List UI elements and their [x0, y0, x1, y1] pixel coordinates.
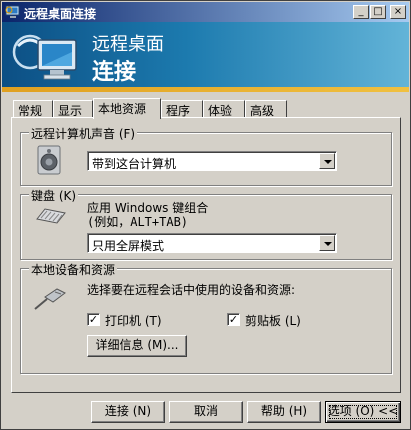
keyboard-select[interactable]: 只用全屏模式 — [87, 233, 337, 253]
remote-desktop-window: 远程桌面连接 _ □ × 远程桌面 连接 常规 显示 本地资源 程序 体验 高级… — [0, 0, 411, 430]
title-bar[interactable]: 远程桌面连接 _ □ × — [2, 2, 409, 22]
help-button[interactable]: 帮助 (H) — [247, 401, 321, 423]
tab-experience[interactable]: 体验 — [203, 100, 245, 118]
options-button[interactable]: 选项 (O) << — [325, 401, 401, 423]
tab-label: 高级 — [250, 104, 275, 118]
tab-label: 常规 — [18, 104, 43, 118]
speaker-icon — [37, 145, 61, 175]
maximize-button[interactable]: □ — [370, 5, 386, 19]
tab-label: 本地资源 — [98, 102, 147, 116]
maximize-icon: □ — [373, 6, 383, 17]
sound-group: 远程计算机声音 (F) 带到这台计算机 — [20, 125, 392, 186]
connect-button[interactable]: 连接 (N) — [91, 401, 165, 423]
chevron-down-icon[interactable] — [319, 235, 335, 251]
printer-label[interactable]: 打印机 (T) — [105, 312, 162, 329]
banner-accent-strip — [2, 87, 409, 92]
sound-select[interactable]: 带到这台计算机 — [87, 151, 337, 171]
tab-general[interactable]: 常规 — [13, 100, 53, 118]
remote-desktop-logo-icon — [12, 34, 77, 80]
cancel-button[interactable]: 取消 — [169, 401, 243, 423]
tab-display[interactable]: 显示 — [53, 100, 93, 118]
sound-group-title: 远程计算机声音 (F) — [29, 125, 138, 142]
keyboard-group-title: 键盘 (K) — [29, 187, 79, 204]
details-button[interactable]: 详细信息 (M)... — [87, 335, 187, 357]
local-resources-panel: 远程计算机声音 (F) 带到这台计算机 键盘 (K) 应用 Windows 键组… — [11, 117, 401, 393]
window-title: 远程桌面连接 — [24, 7, 97, 21]
local-devices-group-title: 本地设备和资源 — [29, 261, 118, 278]
sound-select-value: 带到这台计算机 — [92, 157, 177, 171]
local-devices-group: 本地设备和资源 选择要在远程会话中使用的设备和资源: ✓ 打印机 (T) ✓ 剪… — [20, 261, 392, 374]
close-button[interactable]: × — [390, 5, 406, 19]
keyboard-group: 键盘 (K) 应用 Windows 键组合 (例如，ALT+TAB) 只用全屏模… — [20, 187, 392, 260]
tab-advanced[interactable]: 高级 — [245, 100, 287, 118]
minimize-icon: _ — [358, 6, 364, 17]
usb-plug-icon — [34, 288, 66, 310]
remote-desktop-app-icon — [5, 5, 20, 18]
chevron-down-icon[interactable] — [319, 153, 335, 169]
banner-title-line1: 远程桌面 — [92, 34, 164, 55]
printer-checkbox[interactable]: ✓ — [87, 313, 100, 326]
minimize-button[interactable]: _ — [353, 5, 369, 19]
keyboard-select-value: 只用全屏模式 — [92, 239, 165, 253]
tab-label: 显示 — [58, 104, 83, 118]
tab-local-resources[interactable]: 本地资源 — [93, 98, 161, 119]
close-icon: × — [393, 6, 403, 17]
tab-label: 程序 — [166, 104, 191, 118]
keyboard-icon — [36, 208, 66, 224]
header-banner: 远程桌面 连接 — [2, 22, 409, 92]
tab-programs[interactable]: 程序 — [161, 100, 203, 118]
tab-label: 体验 — [208, 104, 233, 118]
focus-rectangle — [329, 405, 397, 419]
tab-strip: 常规 显示 本地资源 程序 体验 高级 — [11, 98, 401, 119]
clipboard-label[interactable]: 剪贴板 (L) — [245, 312, 301, 329]
banner-title-line2: 连接 — [92, 60, 137, 85]
keyboard-description-line2: (例如，ALT+TAB) — [87, 215, 189, 229]
clipboard-checkbox[interactable]: ✓ — [227, 313, 240, 326]
local-devices-description: 选择要在远程会话中使用的设备和资源: — [87, 283, 296, 297]
